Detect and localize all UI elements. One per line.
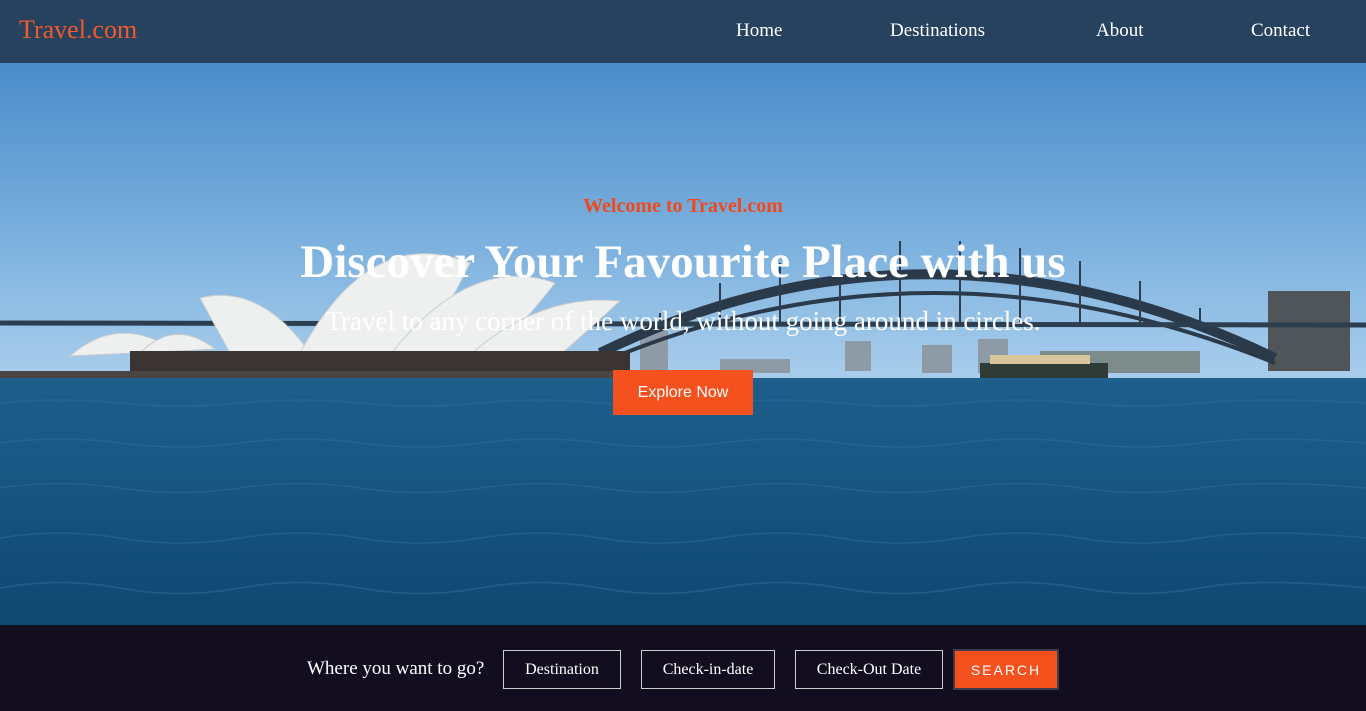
hero-section: Welcome to Travel.com Discover Your Favo… xyxy=(0,63,1366,625)
check-out-date-input[interactable] xyxy=(795,650,943,689)
hero-subtitle: Travel to any corner of the world, witho… xyxy=(325,306,1041,336)
nav-link-contact[interactable]: Contact xyxy=(1251,20,1310,42)
search-bar: Where you want to go? SEARCH xyxy=(0,625,1366,711)
hero-background-image xyxy=(0,63,1366,625)
search-prompt-label: Where you want to go? xyxy=(307,658,485,679)
brand-logo-link[interactable]: Travel.com xyxy=(19,15,137,45)
explore-now-button[interactable]: Explore Now xyxy=(613,370,753,415)
destination-input[interactable] xyxy=(503,650,621,689)
nav-link-about[interactable]: About xyxy=(1096,20,1144,42)
top-navbar: Travel.com Home Destinations About Conta… xyxy=(0,0,1366,63)
search-button[interactable]: SEARCH xyxy=(953,649,1059,690)
hero-welcome-text: Welcome to Travel.com xyxy=(583,195,783,217)
nav-link-home[interactable]: Home xyxy=(736,20,782,42)
check-in-date-input[interactable] xyxy=(641,650,775,689)
hero-title: Discover Your Favourite Place with us xyxy=(300,236,1066,288)
nav-link-destinations[interactable]: Destinations xyxy=(890,20,985,42)
